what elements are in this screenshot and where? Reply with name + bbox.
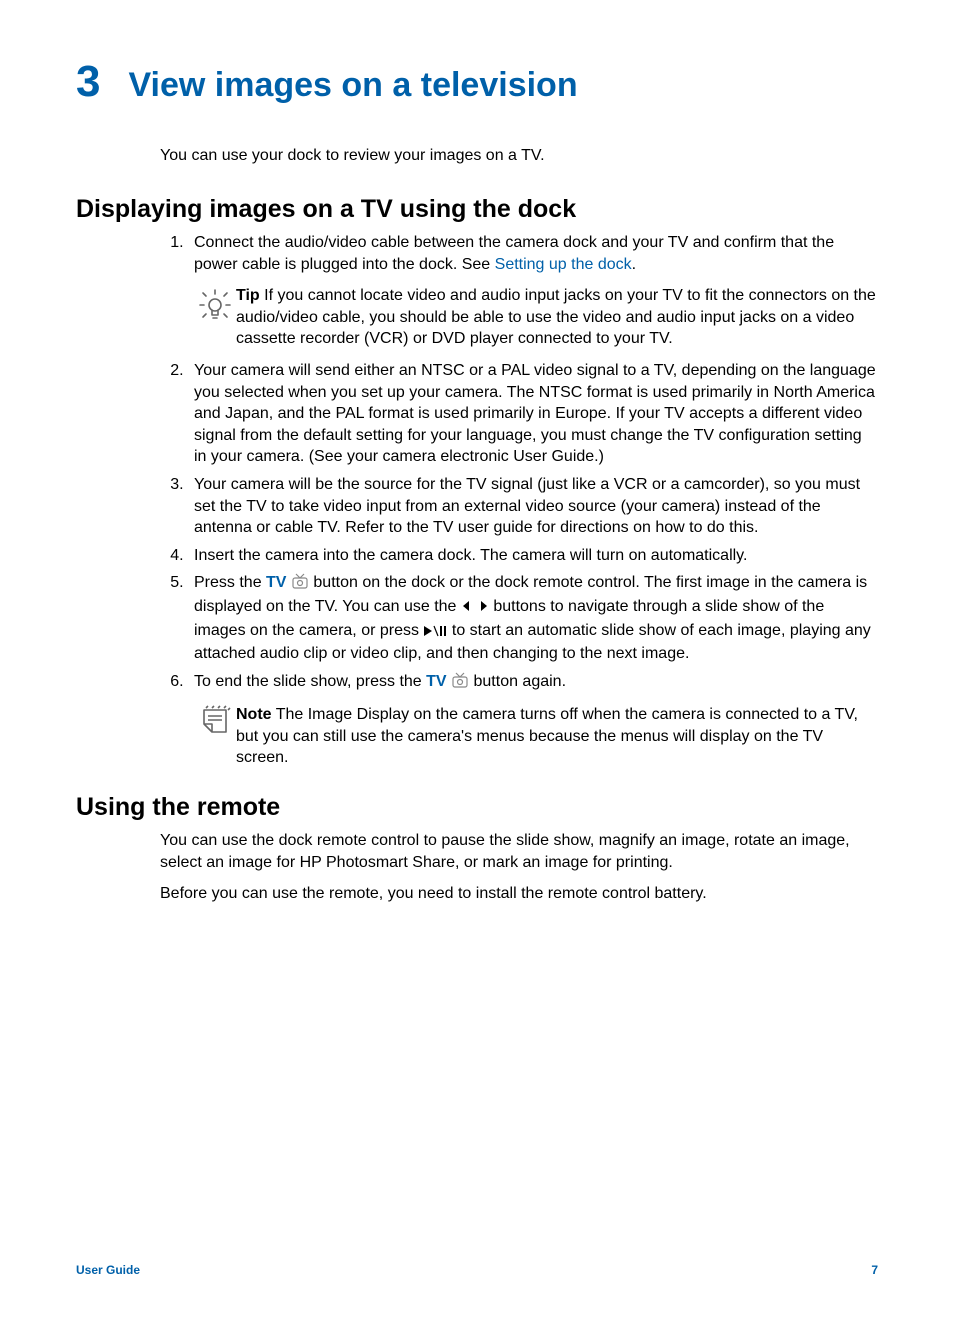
note-body: The Image Display on the camera turns of… — [236, 706, 858, 766]
step-5-a: Press the — [194, 574, 266, 591]
step-3: Your camera will be the source for the T… — [188, 474, 878, 539]
footer-left: User Guide — [76, 1263, 140, 1277]
lightbulb-icon — [194, 285, 236, 332]
tv-label: TV — [266, 574, 286, 591]
step-6-a: To end the slide show, press the — [194, 673, 426, 690]
tv-icon — [451, 672, 469, 695]
note-label: Note — [236, 706, 272, 723]
footer-page-number: 7 — [871, 1263, 878, 1277]
intro-text: You can use your dock to review your ima… — [160, 147, 878, 165]
remote-p1: You can use the dock remote control to p… — [160, 830, 878, 873]
section-heading-remote: Using the remote — [76, 793, 878, 822]
remote-p2: Before you can use the remote, you need … — [160, 883, 878, 905]
chapter-number: 3 — [76, 60, 100, 104]
chapter-heading: 3 View images on a television — [76, 60, 878, 105]
note-icon — [194, 704, 236, 745]
link-setting-up-dock[interactable]: Setting up the dock — [495, 256, 632, 273]
play-pause-icon — [423, 622, 447, 644]
step-6: To end the slide show, press the TV butt… — [188, 671, 878, 769]
page-footer: User Guide 7 — [76, 1263, 878, 1277]
step-6-b: button again. — [474, 673, 567, 690]
steps-list: Connect the audio/video cable between th… — [160, 232, 878, 769]
chapter-title: View images on a television — [128, 66, 577, 105]
note-callout: Note The Image Display on the camera tur… — [194, 704, 878, 769]
tip-label: Tip — [236, 287, 260, 304]
section-heading-display: Displaying images on a TV using the dock — [76, 195, 878, 224]
step-1-text-b: . — [632, 256, 636, 273]
step-2: Your camera will send either an NTSC or … — [188, 360, 878, 468]
tv-icon — [291, 573, 309, 596]
tip-body: If you cannot locate video and audio inp… — [236, 287, 876, 347]
tv-label-2: TV — [426, 673, 446, 690]
step-4: Insert the camera into the camera dock. … — [188, 545, 878, 567]
tip-callout: Tip If you cannot locate video and audio… — [194, 285, 878, 350]
step-5: Press the TV button on the dock or the d… — [188, 572, 878, 664]
left-right-arrows-icon — [461, 598, 489, 620]
step-1: Connect the audio/video cable between th… — [188, 232, 878, 350]
